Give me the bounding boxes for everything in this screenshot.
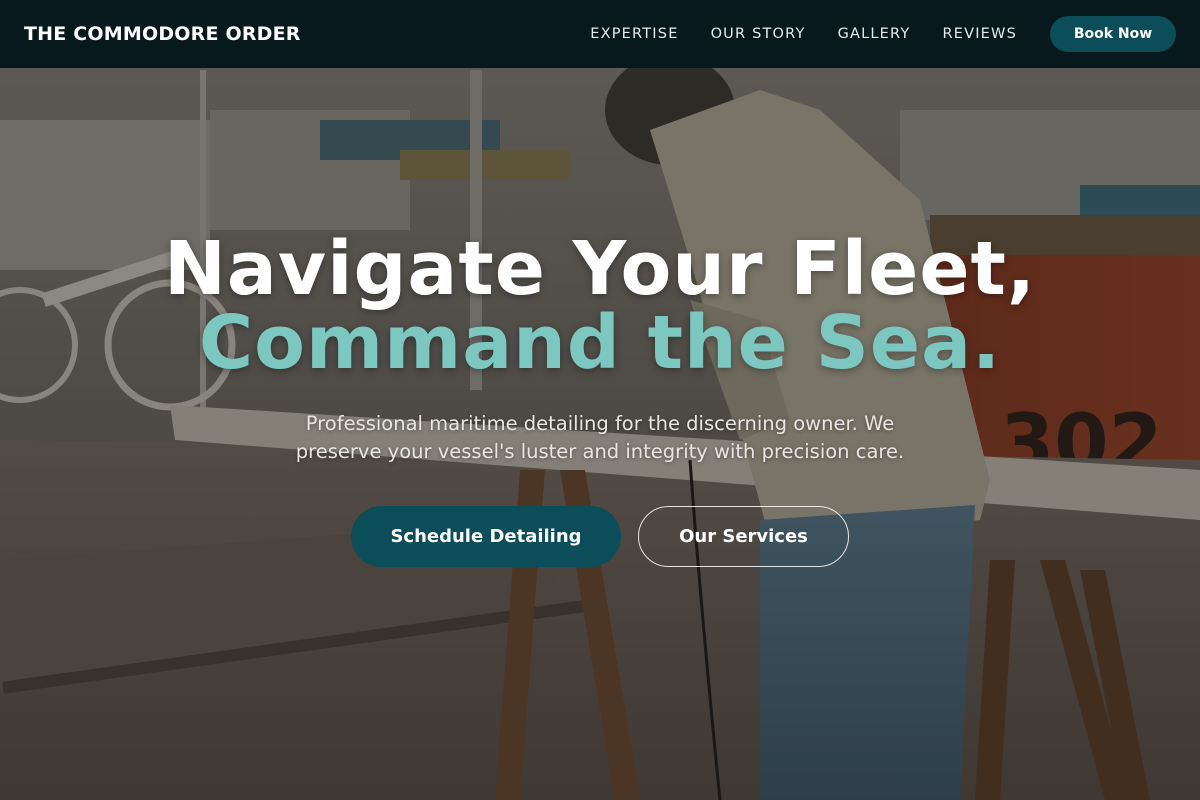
nav-links: EXPERTISE OUR STORY GALLERY REVIEWS Book… [590,16,1176,52]
our-services-button[interactable]: Our Services [638,506,849,567]
nav-link-expertise[interactable]: EXPERTISE [590,26,678,42]
headline-line-2: Command the Sea. [198,300,1002,386]
nav-link-gallery[interactable]: GALLERY [838,26,911,42]
nav-link-our-story[interactable]: OUR STORY [711,26,806,42]
top-navbar: THE COMMODORE ORDER EXPERTISE OUR STORY … [0,0,1200,68]
hero-subheading: Professional maritime detailing for the … [295,412,905,463]
book-now-button[interactable]: Book Now [1050,16,1176,52]
hero-cta-group: Schedule Detailing Our Services [0,506,1200,567]
nav-link-reviews[interactable]: REVIEWS [942,26,1017,42]
hero-section: 302 THE COMMODORE ORDER EXPERTISE OUR ST… [0,0,1200,800]
headline-line-1: Navigate Your Fleet, [163,226,1037,312]
schedule-detailing-button[interactable]: Schedule Detailing [351,506,621,567]
brand-logo[interactable]: THE COMMODORE ORDER [24,23,301,45]
hero-content: Navigate Your Fleet, Command the Sea. Pr… [0,232,1200,567]
